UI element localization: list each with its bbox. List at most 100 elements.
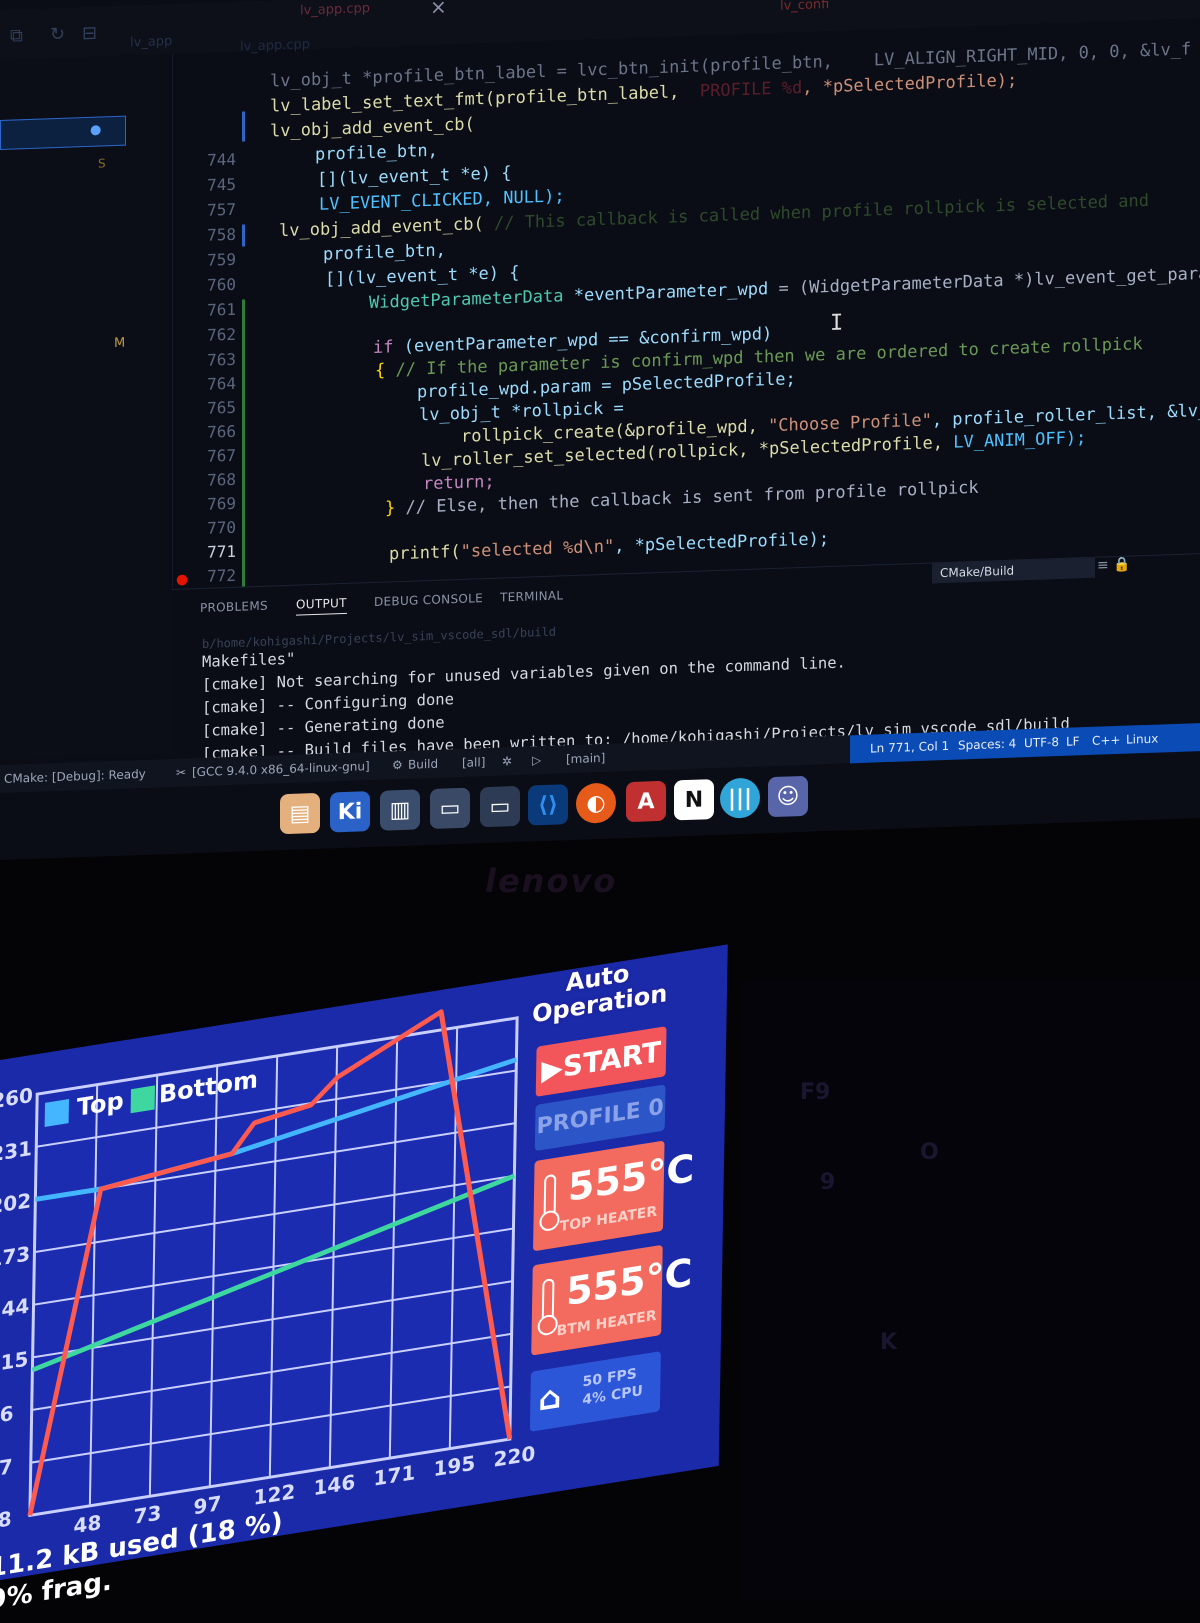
line-number: 745 [207, 174, 236, 195]
line-number: 758 [207, 224, 236, 245]
refresh-icon[interactable]: ↻ [50, 24, 65, 46]
code-token: profile_btn, [323, 240, 446, 265]
code-token: PROFILE %d [699, 77, 803, 102]
code-line: [](lv_event_t *e) { [325, 263, 519, 290]
reflow-controller-device: Top Bottom Auto Operation ▶START PROFILE… [0, 822, 740, 1616]
os-indicator[interactable]: Linux [1126, 732, 1158, 747]
build-button[interactable]: Build [408, 757, 438, 772]
vscode-app-icon[interactable]: ⟨⟩ [528, 784, 568, 826]
code-token: // This callback is called when profile … [493, 190, 1149, 234]
breakpoint-icon[interactable]: ● [176, 571, 188, 587]
monitor-screen: ⧉ ↻ ⊟ lv_app lv_app.cpp lv_app.cpp × lv_… [0, 0, 1200, 860]
line-number: 769 [207, 493, 236, 514]
tab-lv-app-cpp[interactable]: lv_app.cpp [300, 1, 370, 18]
line-number: 763 [207, 349, 236, 370]
folder-app-icon[interactable]: ▭ [430, 787, 470, 829]
files-app-icon[interactable]: ▤ [280, 792, 320, 835]
tab-terminal[interactable]: TERMINAL [500, 588, 563, 604]
text-cursor-icon: I [830, 310, 844, 337]
cursor-position[interactable]: Ln 771, Col 1 [870, 739, 949, 756]
key-glyph: F9 [800, 1080, 831, 1105]
x-tick-label: 73 [133, 1500, 162, 1529]
clear-output-icon[interactable]: ≡ 🔒 [1097, 557, 1131, 574]
code-line: profile_btn, [315, 141, 438, 165]
code-token: return; [423, 471, 495, 495]
encoding[interactable]: UTF-8 [1024, 735, 1059, 750]
key-glyph: K [880, 1330, 898, 1355]
kit-wrench-icon: ✂ [176, 765, 187, 780]
modified-dot-icon: ● [90, 122, 102, 138]
legend-swatch-top [44, 1099, 70, 1127]
firefox-app-icon[interactable]: ◐ [576, 782, 616, 824]
build-target[interactable]: [all] [462, 755, 485, 770]
language-mode[interactable]: C++ [1092, 733, 1121, 748]
code-token: "Choose Profile" [768, 410, 932, 437]
x-tick-label: 97 [193, 1490, 222, 1520]
tab-lv-conf[interactable]: lv_confi [780, 0, 829, 14]
line-number: 766 [207, 421, 236, 442]
code-token: LV_ALIGN_RIGHT_MID, 0, 0, &lv_f [873, 39, 1192, 71]
notion-app-icon[interactable]: N [674, 779, 714, 821]
code-token: [](lv_event_t *e) { [317, 163, 512, 190]
line-number: 760 [207, 274, 236, 295]
app-icon[interactable]: ||| [720, 777, 760, 819]
key-glyph: O [920, 1140, 939, 1165]
run-icon[interactable]: ▷ [532, 753, 541, 767]
line-number: 765 [207, 397, 236, 418]
explorer-selected-item[interactable] [0, 115, 126, 150]
git-status-s: S [98, 156, 106, 171]
collapse-icon[interactable]: ⊟ [82, 23, 97, 45]
code-token: , *pSelectedProfile); [802, 70, 1018, 98]
code-token: [](lv_event_t *e) { [325, 262, 520, 290]
tab-lv-app[interactable]: lv_app [130, 34, 172, 50]
git-branch[interactable]: [main] [566, 751, 605, 766]
output-channel-select[interactable]: CMake/Build [932, 557, 1095, 584]
code-token: , *pSelectedProfile); [614, 529, 830, 557]
discord-app-icon[interactable]: ☺ [768, 775, 808, 818]
code-token: { [375, 360, 386, 381]
line-number: 764 [207, 373, 236, 394]
git-change-bar [242, 299, 245, 590]
code-line: LV_EVENT_CLICKED, NULL); [319, 186, 565, 215]
code-token: lv_obj_add_event_cb( [279, 214, 484, 242]
start-label: START [562, 1034, 662, 1084]
line-number: 770 [207, 517, 236, 538]
code-token: lv_obj_add_event_cb( [270, 114, 475, 142]
arduino-app-icon[interactable]: A [626, 780, 666, 823]
indentation[interactable]: Spaces: 4 [958, 737, 1016, 753]
tab-problems[interactable]: PROBLEMS [200, 599, 268, 615]
legend-swatch-bottom [130, 1085, 156, 1114]
code-token: "selected %d\n" [460, 536, 615, 562]
key-glyph: 9 [820, 1170, 836, 1195]
debug-icon[interactable]: ✲ [502, 754, 512, 768]
line-number: 762 [207, 324, 236, 345]
code-line: printf("selected %d\n", *pSelectedProfil… [389, 529, 829, 564]
code-token: *eventParameter_wpd [573, 279, 769, 306]
code-token: , profile_roller_list, &lv_fo [931, 400, 1200, 431]
cmake-status[interactable]: CMake: [Debug]: Ready [4, 767, 146, 786]
folder2-app-icon[interactable]: ▭ [480, 785, 520, 828]
code-token: = (WidgetParameterData *)lv_event_get_pa… [778, 263, 1200, 299]
code-editor[interactable]: lv_obj_t *profile_btn_label = lvc_btn_in… [255, 14, 1200, 596]
code-line: return; [423, 472, 495, 495]
line-number: 772 [207, 565, 236, 586]
code-token: LV_ANIM_OFF); [953, 428, 1087, 453]
kicad-app-icon[interactable]: Ki [330, 791, 370, 833]
cmake-kit[interactable]: [GCC 9.4.0 x86_64-linux-gnu] [192, 759, 370, 779]
close-tab-icon[interactable]: × [430, 0, 447, 19]
line-number-gutter: 744 745 757 758 759 760 761 762 763 764 … [150, 52, 245, 605]
line-number: 767 [207, 445, 236, 466]
code-token: printf( [389, 541, 461, 565]
tab-output[interactable]: OUTPUT [296, 595, 347, 616]
line-number-current: 771 [207, 541, 236, 562]
line-ending[interactable]: LF [1066, 734, 1080, 748]
code-token: LV_EVENT_CLICKED, NULL); [319, 186, 565, 215]
git-status-m: M [114, 335, 126, 352]
code-line: [](lv_event_t *e) { [317, 163, 511, 190]
layout-icon[interactable]: ⧉ [10, 25, 23, 46]
manager-app-icon[interactable]: ▥ [380, 789, 420, 831]
laptop-keyboard: F9 9 O K [740, 980, 1200, 1600]
line-number: 768 [207, 469, 236, 490]
tab-debug-console[interactable]: DEBUG CONSOLE [374, 591, 483, 609]
build-gear-icon: ⚙ [392, 757, 403, 773]
